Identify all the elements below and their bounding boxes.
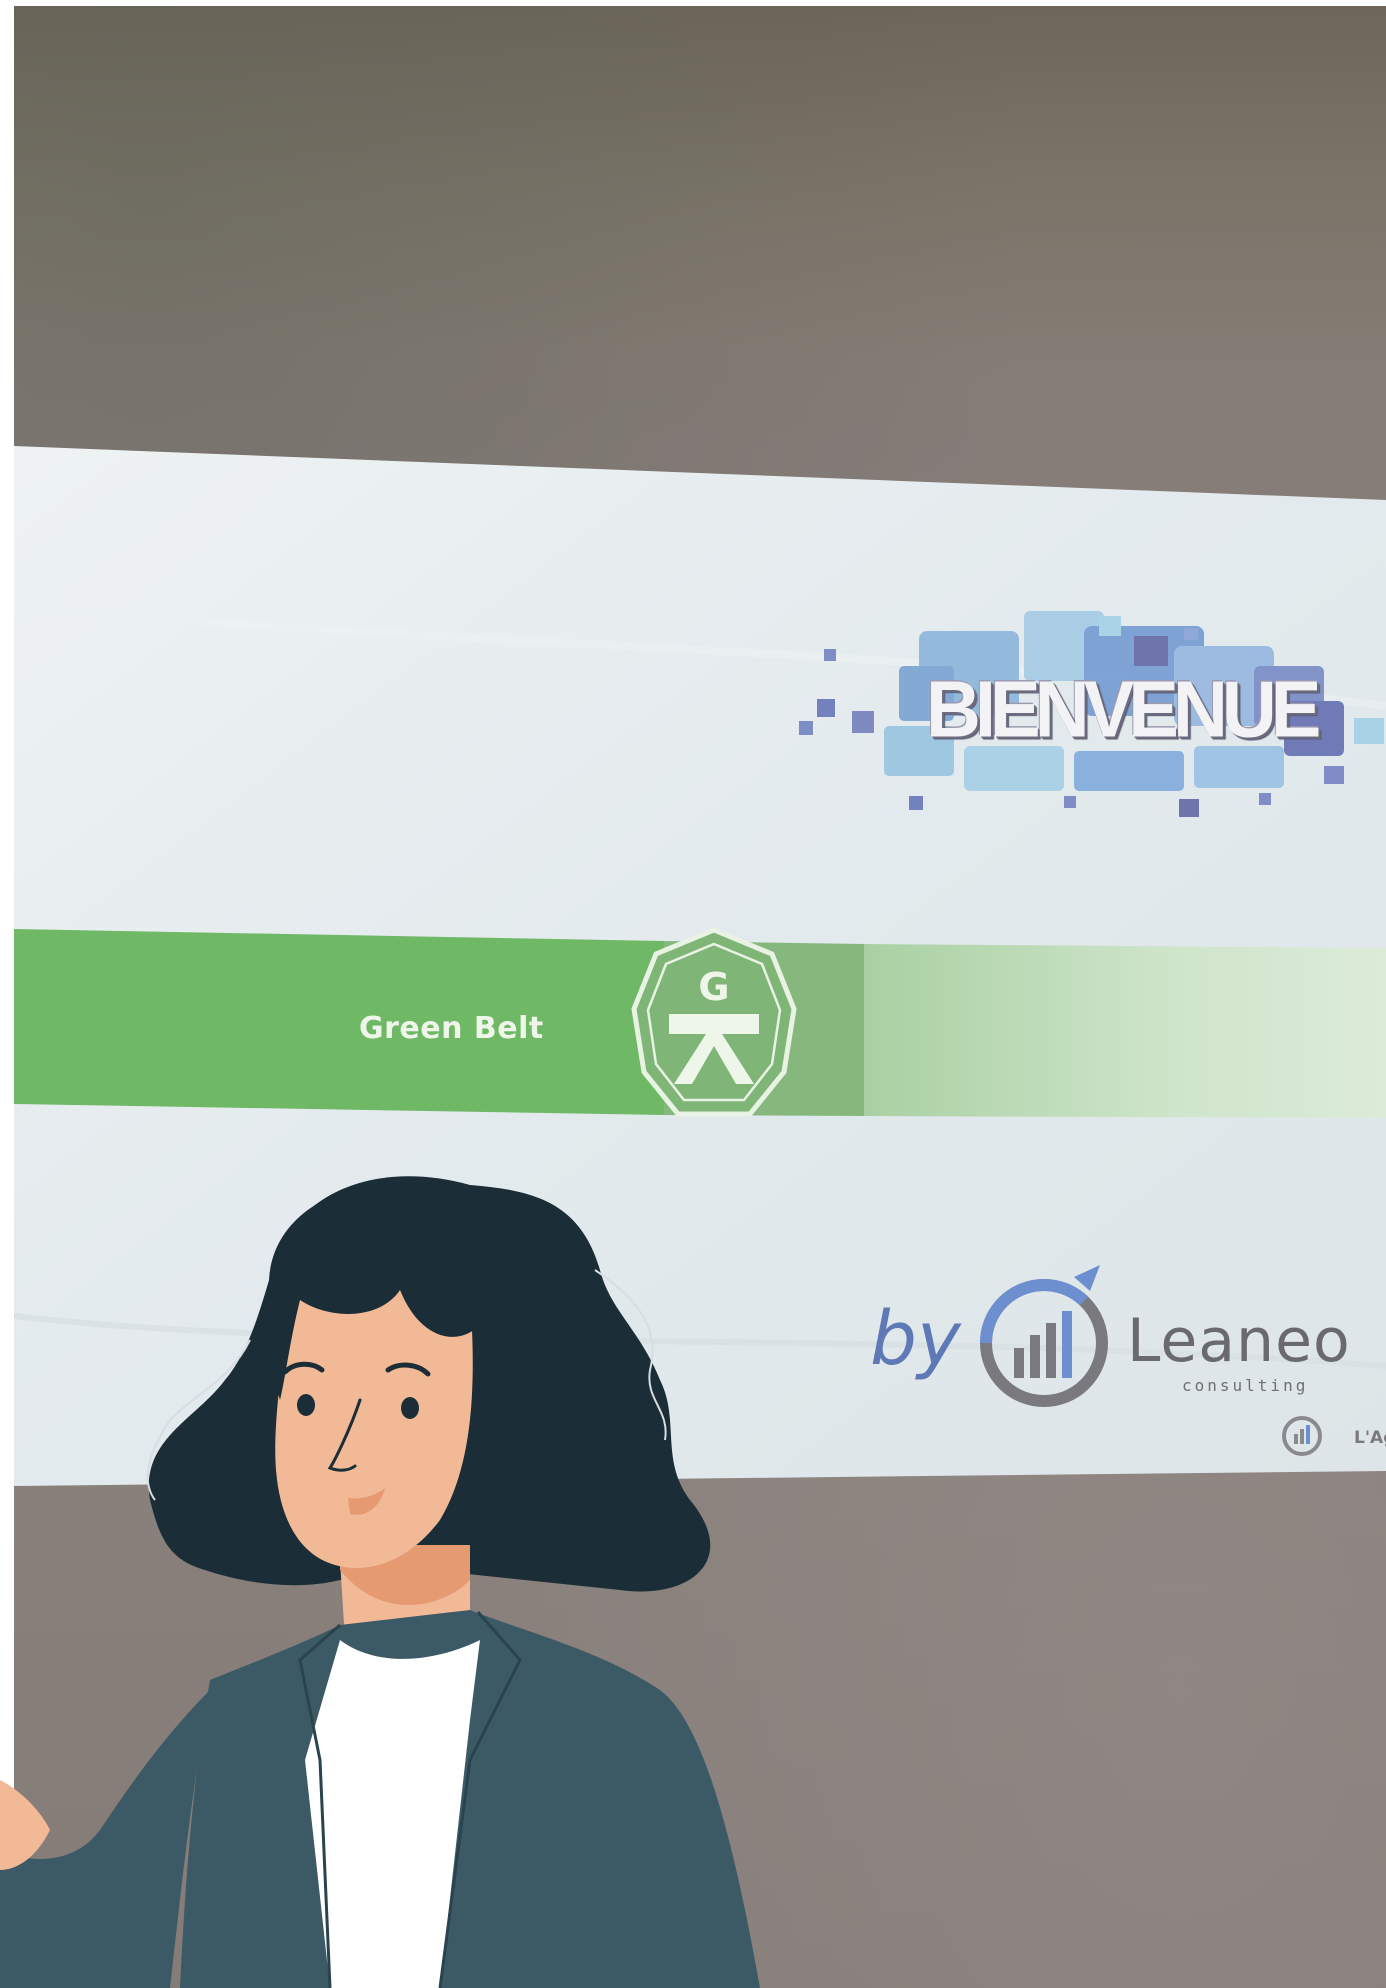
eye-right xyxy=(401,1397,419,1419)
eye-left xyxy=(297,1394,315,1416)
hand xyxy=(0,1780,50,1870)
presenter-woman-illustration xyxy=(0,1176,760,1988)
slide-stage: G BIENVENUE Green Belt by Leaneo consult… xyxy=(0,0,1386,1988)
